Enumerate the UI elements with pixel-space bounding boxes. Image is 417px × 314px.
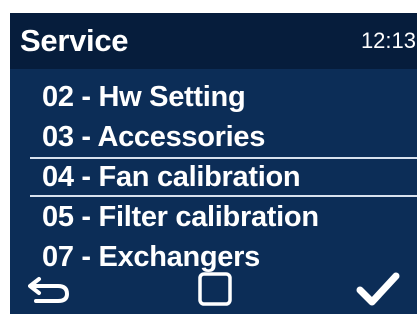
confirm-button[interactable] bbox=[343, 264, 413, 314]
service-menu: 02 - Hw Setting 03 - Accessories 04 - Fa… bbox=[10, 77, 417, 277]
menu-item-accessories[interactable]: 03 - Accessories bbox=[10, 117, 417, 157]
menu-item-label: 02 - Hw Setting bbox=[42, 81, 246, 113]
back-button[interactable] bbox=[16, 264, 86, 314]
checkmark-icon bbox=[356, 272, 400, 306]
menu-item-label: 05 - Filter calibration bbox=[42, 201, 319, 233]
menu-item-fan-calibration[interactable]: 04 - Fan calibration bbox=[30, 157, 417, 197]
center-button[interactable] bbox=[180, 264, 250, 314]
back-arrow-icon bbox=[28, 277, 70, 303]
display-screen: Service 12:13 02 - Hw Setting 03 - Acces… bbox=[10, 13, 417, 314]
soft-key-bar bbox=[10, 264, 417, 314]
menu-item-hw-setting[interactable]: 02 - Hw Setting bbox=[10, 77, 417, 117]
square-icon bbox=[198, 272, 232, 306]
menu-item-filter-calibration[interactable]: 05 - Filter calibration bbox=[10, 197, 417, 237]
page-title: Service bbox=[20, 23, 129, 58]
header-bar: Service 12:13 bbox=[10, 13, 417, 69]
menu-item-label: 04 - Fan calibration bbox=[42, 161, 301, 193]
menu-item-label: 03 - Accessories bbox=[42, 121, 266, 153]
clock: 12:13 bbox=[360, 28, 416, 53]
